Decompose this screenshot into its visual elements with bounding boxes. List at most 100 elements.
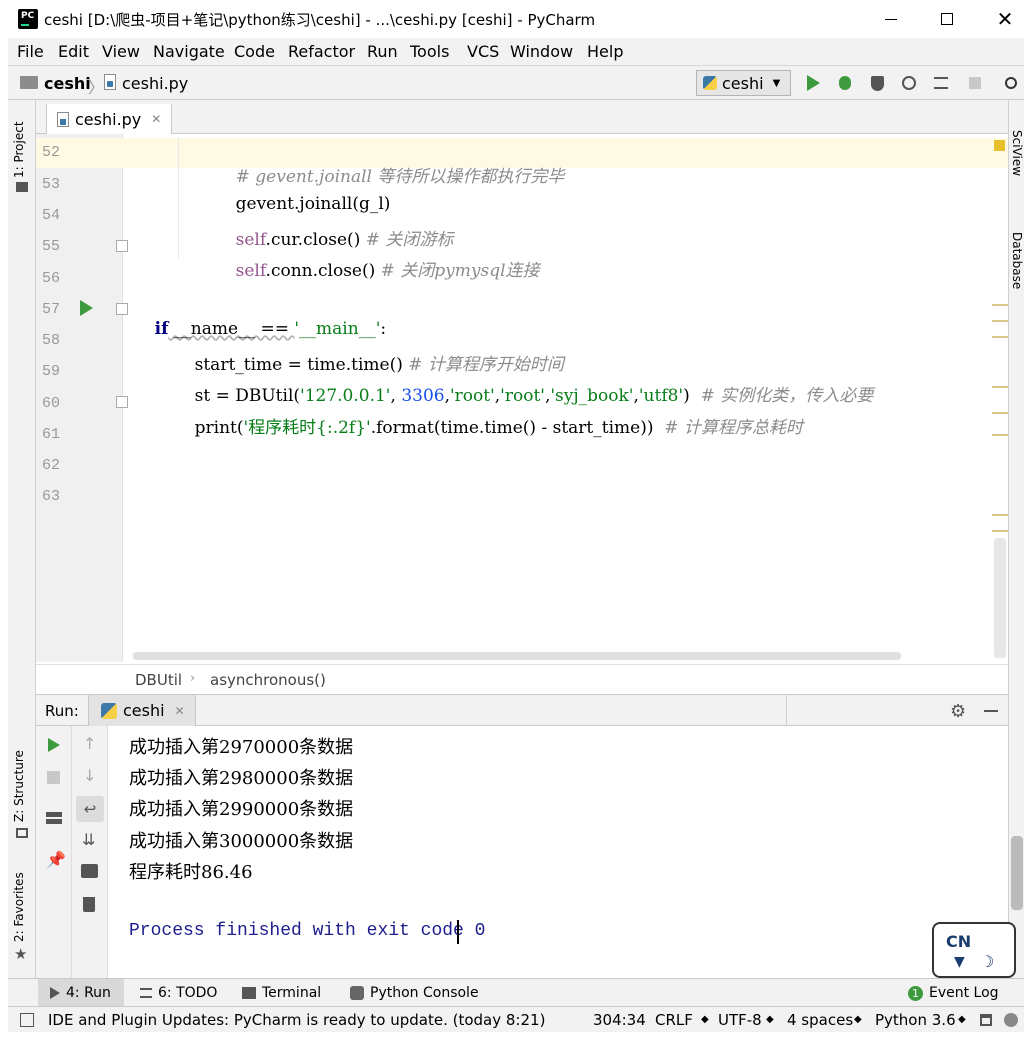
- indent-setting[interactable]: 4 spaces: [787, 1011, 853, 1029]
- concurrency-icon[interactable]: [932, 74, 950, 92]
- structure-icon: [16, 828, 28, 838]
- moon-icon: ☽: [980, 952, 995, 971]
- line-number: 60: [42, 395, 61, 412]
- menu-window[interactable]: Window: [510, 42, 573, 61]
- breadcrumb-method[interactable]: asynchronous(): [210, 671, 326, 689]
- arrow-up-icon[interactable]: ↑: [83, 734, 96, 753]
- event-log-tool-tab[interactable]: 1 Event Log: [908, 985, 999, 1001]
- menu-tools[interactable]: Tools: [410, 42, 449, 61]
- panel-toggle-icon[interactable]: [20, 1013, 34, 1027]
- menu-help[interactable]: Help: [587, 42, 623, 61]
- favorites-tool-tab[interactable]: 2: Favorites: [12, 872, 26, 942]
- console-output-line: 成功插入第2980000条数据: [129, 768, 354, 789]
- editor-tab-bar: ceshi.py ✕: [36, 100, 1008, 134]
- file-encoding[interactable]: UTF-8: [718, 1011, 762, 1029]
- line-number: 53: [42, 176, 61, 193]
- todo-tool-tab-label: 6: TODO: [158, 985, 218, 1001]
- close-tab-icon[interactable]: ✕: [175, 704, 185, 718]
- line-separator[interactable]: CRLF: [655, 1011, 693, 1029]
- console-output-line: 成功插入第2970000条数据: [129, 737, 354, 758]
- run-tool-tab-content[interactable]: 4: Run: [50, 985, 111, 1001]
- minimize-button[interactable]: [862, 0, 920, 38]
- pin-icon[interactable]: 📌: [46, 850, 66, 869]
- menu-edit[interactable]: Edit: [58, 42, 89, 61]
- fold-marker-icon[interactable]: [116, 303, 128, 315]
- line-number: 56: [42, 270, 61, 287]
- line-number: 63: [42, 488, 61, 505]
- close-window-button[interactable]: ✕: [976, 0, 1024, 38]
- chevron-right-icon: 〉: [88, 78, 105, 97]
- input-method-badge[interactable]: CN ▼ ☽: [932, 922, 1016, 978]
- run-tab-ceshi[interactable]: ceshi ✕: [88, 695, 196, 726]
- caret-position[interactable]: 304:34: [593, 1011, 646, 1029]
- console-output-line: 成功插入第3000000条数据: [129, 831, 354, 852]
- sciview-tool-tab[interactable]: SciView: [1010, 130, 1024, 176]
- run-config-label: ceshi: [722, 73, 764, 93]
- stop-icon[interactable]: [967, 75, 983, 91]
- text-cursor: [457, 920, 459, 944]
- menu-code[interactable]: Code: [234, 42, 275, 61]
- status-message[interactable]: IDE and Plugin Updates: PyCharm is ready…: [48, 1011, 545, 1029]
- memory-indicator-icon[interactable]: [1004, 1013, 1018, 1027]
- folder-icon: [20, 76, 38, 89]
- line-number: 57: [42, 301, 61, 318]
- self-keyword: self: [235, 261, 266, 281]
- run-console[interactable]: 📌 ↑ ↓ ↩ ⇊ 成功插入第2970000条数据 成功插入第2980000条数…: [36, 726, 1023, 978]
- run-config-select[interactable]: ceshi ▼: [696, 70, 791, 96]
- string-literal: '程序耗时{:.2f}': [243, 418, 371, 438]
- editor-tab-ceshi-py[interactable]: ceshi.py ✕: [46, 104, 173, 134]
- profile-icon[interactable]: [900, 74, 918, 92]
- input-method-label: CN: [946, 932, 972, 951]
- horizontal-scrollbar[interactable]: [133, 652, 901, 660]
- python-console-tool-tab[interactable]: Python Console: [350, 985, 479, 1001]
- search-icon[interactable]: [1002, 74, 1020, 92]
- nav-file[interactable]: ceshi.py: [122, 74, 188, 93]
- code: .conn.close(): [265, 261, 376, 281]
- menu-run[interactable]: Run: [367, 42, 398, 61]
- arrow-down-icon[interactable]: ↓: [83, 766, 96, 785]
- trash-icon[interactable]: [83, 897, 95, 912]
- nav-project[interactable]: ceshi: [44, 74, 91, 93]
- database-tool-tab[interactable]: Database: [1010, 232, 1024, 289]
- menu-view[interactable]: View: [102, 42, 140, 61]
- code-editor[interactable]: 52 53 54 55 56 57 58 59 60 61 62 63 # ge…: [36, 134, 1008, 662]
- lock-icon[interactable]: [980, 1014, 992, 1026]
- code: .format(time.time() - start_time)): [370, 418, 654, 438]
- menu-navigate[interactable]: Navigate: [153, 42, 225, 61]
- terminal-tool-tab[interactable]: Terminal: [242, 985, 321, 1001]
- run-button[interactable]: [804, 74, 822, 92]
- menu-file[interactable]: File: [17, 42, 44, 61]
- debug-bug-icon[interactable]: [836, 74, 854, 92]
- line-gutter: 52 53 54 55 56 57 58 59 60 61 62 63: [36, 134, 128, 662]
- run-gutter-icon[interactable]: [80, 300, 93, 316]
- gear-icon[interactable]: ⚙: [950, 701, 966, 722]
- soft-wrap-icon[interactable]: ↩: [76, 796, 104, 822]
- coverage-icon[interactable]: [868, 74, 886, 92]
- run-panel-header: Run: ceshi ✕ ⚙: [36, 694, 1008, 726]
- python-interpreter[interactable]: Python 3.6: [875, 1011, 956, 1029]
- structure-tool-tab[interactable]: Z: Structure: [12, 750, 26, 822]
- minimize-panel-icon[interactable]: [984, 710, 998, 712]
- project-tool-tab[interactable]: 1: Project: [12, 121, 26, 178]
- fold-marker-icon[interactable]: [116, 240, 128, 252]
- print-icon[interactable]: [81, 864, 98, 878]
- maximize-button[interactable]: [918, 0, 976, 38]
- chevron-updown-icon: ◆: [854, 1014, 862, 1025]
- todo-tool-tab[interactable]: 6: TODO: [140, 985, 217, 1001]
- chevron-updown-icon: ◆: [766, 1014, 774, 1025]
- rerun-icon[interactable]: [48, 738, 60, 752]
- console-scrollbar[interactable]: [1011, 836, 1023, 910]
- layout-icon[interactable]: [46, 812, 62, 824]
- fold-marker-icon[interactable]: [116, 396, 128, 408]
- stop-icon[interactable]: [47, 771, 60, 784]
- warning-marker-icon[interactable]: [994, 140, 1005, 151]
- console-output-line: 成功插入第2990000条数据: [129, 799, 354, 820]
- pycharm-logo-icon: PC: [18, 9, 38, 29]
- close-tab-icon[interactable]: ✕: [151, 112, 161, 126]
- console-output-line: 程序耗时86.46: [129, 862, 253, 883]
- menu-vcs[interactable]: VCS: [467, 42, 499, 61]
- if-keyword: if: [154, 319, 169, 339]
- scroll-to-end-icon[interactable]: ⇊: [82, 830, 95, 849]
- breadcrumb-class[interactable]: DBUtil: [135, 671, 182, 689]
- menu-refactor[interactable]: Refactor: [288, 42, 355, 61]
